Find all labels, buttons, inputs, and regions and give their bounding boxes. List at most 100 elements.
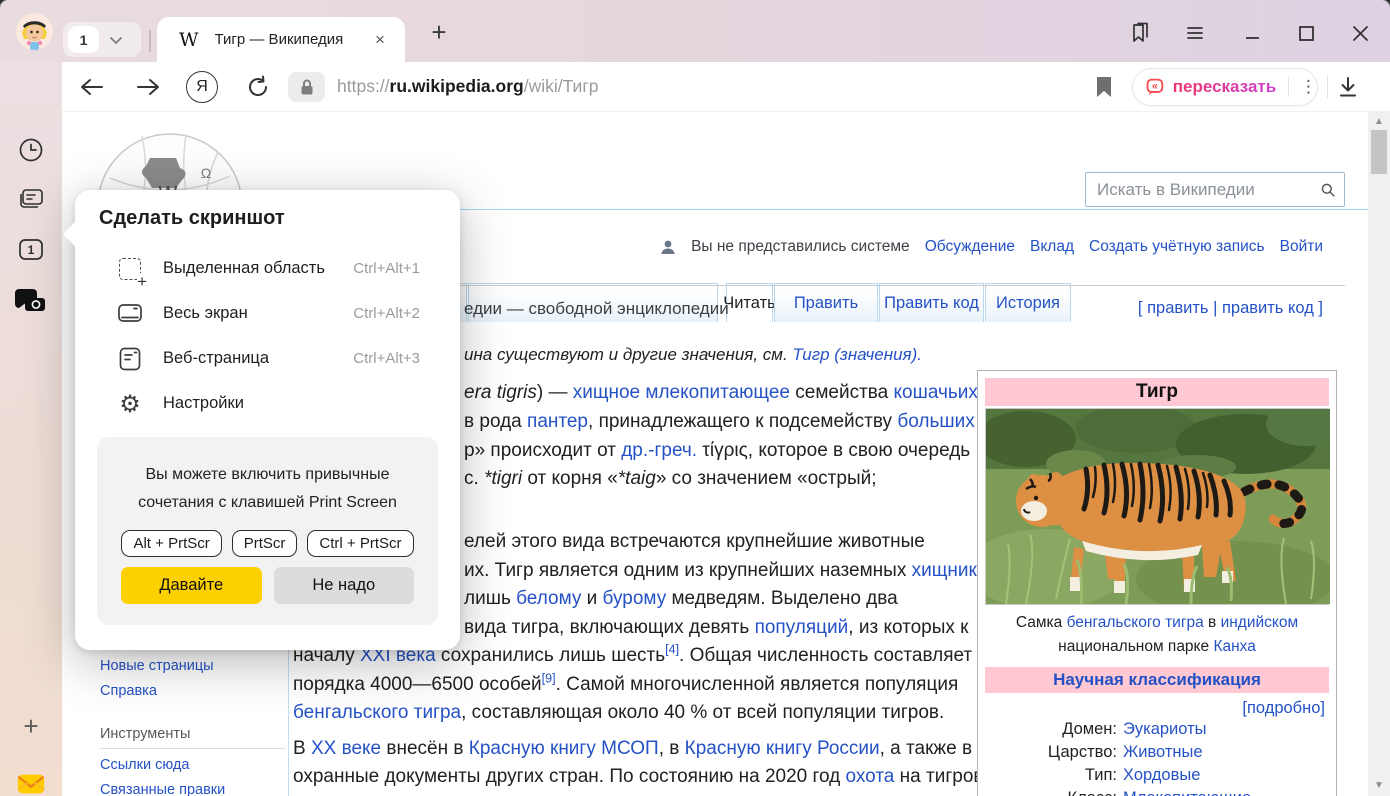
retell-pill[interactable]: « пересказать ⋮ (1132, 68, 1318, 106)
wiki-link[interactable]: больших (897, 411, 974, 432)
url-path: /wiki/Тигр (524, 76, 599, 96)
text-segment: , принадлежащего к подсемейству (588, 411, 897, 432)
yandex-mail-button[interactable] (15, 768, 47, 796)
text-segment: елей этого вида встречаются крупнейшие ж… (464, 531, 925, 552)
classification-details-link[interactable]: [подробно] (985, 699, 1329, 718)
footnote-ref[interactable]: [4] (665, 643, 679, 657)
retell-label[interactable]: пересказать (1173, 77, 1276, 97)
yandex-search-button[interactable]: Я (186, 71, 218, 103)
wiki-link[interactable]: индийском (1221, 614, 1299, 631)
wiki-link[interactable]: Канха (1213, 638, 1255, 655)
menu-item-full-screen[interactable]: Весь экран Ctrl+Alt+2 (87, 291, 448, 336)
search-input[interactable] (1095, 179, 1320, 201)
download-icon (1336, 75, 1360, 99)
chevron-down-icon[interactable] (103, 27, 129, 53)
decline-button[interactable]: Не надо (274, 567, 415, 604)
tab-group-pill[interactable]: 1 (63, 22, 141, 57)
tiger-photo[interactable] (985, 408, 1329, 605)
browser-sidebar: 1 + • • • (0, 62, 62, 796)
text-segment: в рода (464, 411, 527, 432)
menu-item-shortcut: Ctrl+Alt+2 (353, 305, 420, 322)
menu-item-settings[interactable]: ⚙ Настройки (87, 381, 448, 426)
wiki-link[interactable]: XX веке (311, 738, 381, 759)
screenshot-tool-button[interactable] (15, 284, 47, 316)
reload-button[interactable] (242, 71, 274, 103)
browser-menu-button[interactable] (1180, 18, 1210, 48)
wiki-link[interactable]: Красную книгу России (685, 738, 880, 759)
collections-button[interactable] (15, 184, 47, 216)
menu-item-web-page[interactable]: Веб-страница Ctrl+Alt+3 (87, 336, 448, 381)
wiki-link[interactable]: охота (846, 766, 895, 787)
article-line: бенгальского тигра, составляющая около 4… (293, 702, 944, 724)
window-close-button[interactable] (1345, 18, 1375, 48)
tab-close-icon[interactable]: × (369, 29, 391, 51)
wiki-link[interactable]: популяций (755, 617, 849, 638)
sidebar-add-button[interactable]: + (15, 710, 47, 742)
wiki-link[interactable]: Тигр (значения). (792, 345, 922, 364)
back-button[interactable] (76, 71, 108, 103)
taxobox: Тигр (977, 370, 1337, 796)
tab-history[interactable]: История (985, 283, 1071, 322)
personal-link-contribs[interactable]: Вклад (1030, 238, 1074, 256)
wiki-link[interactable]: бенгальского тигра (293, 702, 461, 723)
accept-button[interactable]: Давайте (121, 567, 262, 604)
tabs-panel-button[interactable]: 1 (15, 234, 47, 266)
bookmark-page-button[interactable] (1088, 71, 1120, 103)
wiki-link[interactable]: пантер (527, 411, 588, 432)
profile-avatar[interactable] (16, 13, 53, 50)
personal-link-talk[interactable]: Обсуждение (925, 238, 1015, 256)
address-bar[interactable]: https://ru.wikipedia.org/wiki/Тигр (337, 76, 598, 97)
scroll-down-icon[interactable]: ▼ (1368, 778, 1390, 794)
minimize-icon (1241, 21, 1265, 45)
tab-strip: 1 W Тигр — Википедия × + (0, 0, 1390, 62)
taxo-value-link[interactable]: Хордовые (1123, 764, 1329, 787)
taxo-value-link[interactable]: Животные (1123, 741, 1329, 764)
sidebar-link-help[interactable]: Справка (100, 683, 157, 699)
wiki-link[interactable]: хищное млекопитающее (573, 382, 790, 403)
scroll-up-icon[interactable]: ▲ (1368, 114, 1390, 130)
taxo-value-link[interactable]: Эукариоты (1123, 718, 1329, 741)
window-maximize-button[interactable] (1291, 18, 1321, 48)
new-tab-button[interactable]: + (422, 15, 456, 49)
wiki-link[interactable]: кошачьих (894, 382, 978, 403)
text-segment: ) — (537, 382, 573, 403)
wiki-link[interactable]: бурому (603, 588, 667, 609)
personal-link-create-account[interactable]: Создать учётную запись (1089, 238, 1265, 256)
wiki-link[interactable]: белому (516, 588, 581, 609)
sidebar-link-related-changes[interactable]: Связанные правки (100, 782, 225, 796)
wiki-link[interactable]: Красную книгу МСОП (469, 738, 659, 759)
page-scrollbar[interactable]: ▲ ▼ (1368, 112, 1390, 796)
tab-edit[interactable]: Править (774, 283, 878, 322)
wiki-link[interactable]: бенгальского тигра (1067, 614, 1204, 631)
history-button[interactable] (15, 134, 47, 166)
arrow-left-icon (78, 75, 106, 99)
classification-header[interactable]: Научная классификация (985, 667, 1329, 693)
forward-button[interactable] (132, 71, 164, 103)
active-tab[interactable]: W Тигр — Википедия × (157, 17, 405, 62)
tab-group-count[interactable]: 1 (68, 26, 99, 53)
sidebar-link-what-links-here[interactable]: Ссылки сюда (100, 757, 189, 773)
kbd-ctrl-prtscr: Ctrl + PrtScr (307, 530, 413, 557)
tab-edit-source[interactable]: Править код (879, 283, 984, 322)
downloads-button[interactable] (1332, 71, 1364, 103)
search-icon[interactable] (1320, 180, 1336, 200)
personal-link-login[interactable]: Войти (1280, 238, 1323, 256)
article-line: порядка 4000—6500 особей[9]. Самой много… (293, 674, 958, 696)
tab-read[interactable]: Читать (726, 283, 773, 322)
wiki-link[interactable]: др.-греч. (621, 440, 697, 461)
taxo-value-link[interactable]: Млекопитающие (1123, 787, 1329, 796)
svg-text:«: « (1152, 80, 1158, 92)
site-security-badge[interactable] (288, 72, 325, 102)
text-segment: сохранились лишь шесть (436, 645, 666, 666)
article-line: В XX веке внесён в Красную книгу МСОП, в… (293, 738, 972, 760)
menu-item-selected-area[interactable]: Выделенная область Ctrl+Alt+1 (87, 246, 448, 291)
footnote-ref[interactable]: [9] (542, 672, 556, 686)
bookmarks-panel-button[interactable] (1124, 18, 1154, 48)
taxo-label: Класс: (985, 787, 1117, 796)
wiki-search[interactable] (1085, 172, 1345, 207)
sidebar-link-new-pages[interactable]: Новые страницы (100, 658, 214, 674)
section-edit-links[interactable]: [ править | править код ] (1138, 299, 1323, 318)
retell-more-icon[interactable]: ⋮ (1300, 77, 1317, 97)
window-minimize-button[interactable] (1238, 18, 1268, 48)
scrollbar-thumb[interactable] (1371, 130, 1387, 174)
